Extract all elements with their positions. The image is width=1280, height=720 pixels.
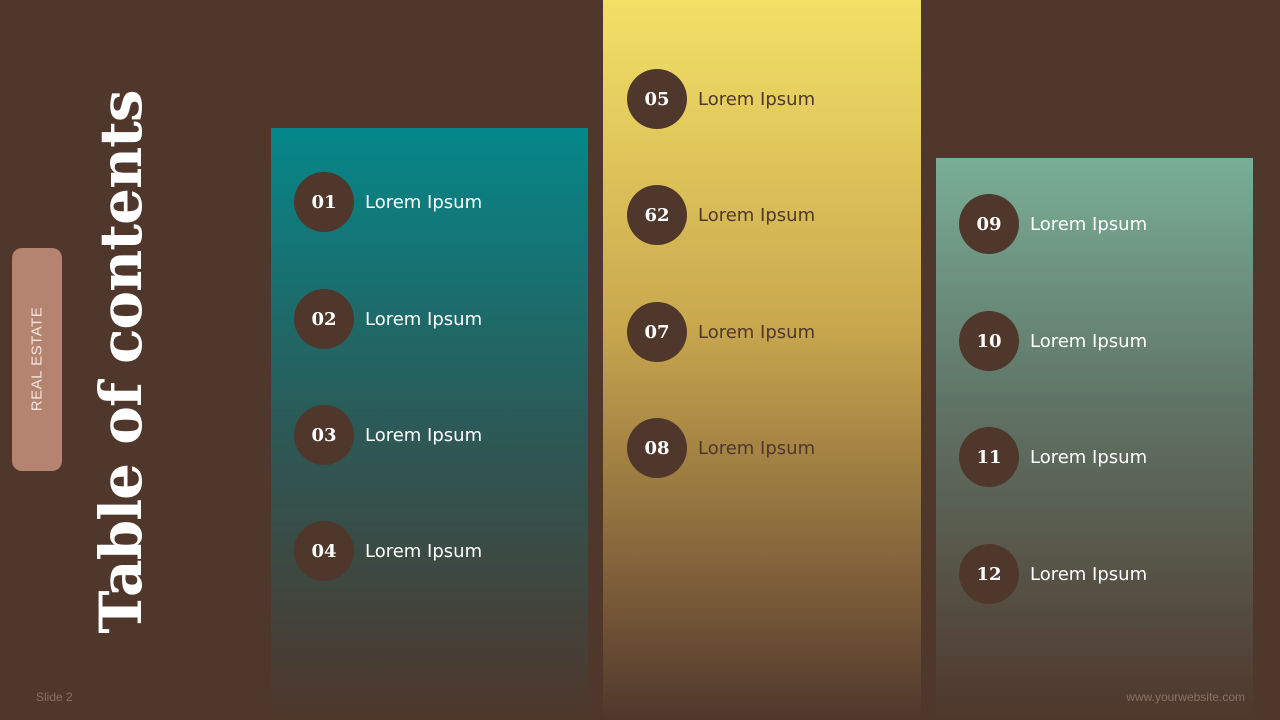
toc-item[interactable]: 07 Lorem Ipsum (627, 302, 815, 362)
website-link[interactable]: www.yourwebsite.com (1126, 690, 1245, 704)
item-label: Lorem Ipsum (365, 424, 483, 446)
item-label: Lorem Ipsum (1030, 213, 1148, 235)
toc-item[interactable]: 08 Lorem Ipsum (627, 418, 815, 478)
column-2: 05 Lorem Ipsum 62 Lorem Ipsum 07 Lorem I… (603, 0, 921, 720)
item-label: Lorem Ipsum (1030, 446, 1148, 468)
toc-item[interactable]: 02 Lorem Ipsum (294, 289, 482, 349)
item-number-badge: 02 (294, 289, 354, 349)
page-title: Table of contents (87, 90, 155, 634)
item-number-badge: 11 (959, 427, 1019, 487)
slide: REAL ESTATE Table of contents 01 Lorem I… (0, 0, 1280, 720)
tag-label: REAL ESTATE (28, 306, 46, 412)
column-1: 01 Lorem Ipsum 02 Lorem Ipsum 03 Lorem I… (271, 128, 588, 720)
item-number-badge: 10 (959, 311, 1019, 371)
item-label: Lorem Ipsum (698, 88, 816, 110)
item-number-badge: 08 (627, 418, 687, 478)
item-number-badge: 04 (294, 521, 354, 581)
toc-item[interactable]: 62 Lorem Ipsum (627, 185, 815, 245)
item-label: Lorem Ipsum (365, 308, 483, 330)
item-number-badge: 07 (627, 302, 687, 362)
item-label: Lorem Ipsum (698, 321, 816, 343)
toc-item[interactable]: 11 Lorem Ipsum (959, 427, 1147, 487)
item-label: Lorem Ipsum (1030, 330, 1148, 352)
item-label: Lorem Ipsum (365, 191, 483, 213)
item-number-badge: 62 (627, 185, 687, 245)
toc-item[interactable]: 12 Lorem Ipsum (959, 544, 1147, 604)
toc-item[interactable]: 09 Lorem Ipsum (959, 194, 1147, 254)
item-label: Lorem Ipsum (365, 540, 483, 562)
item-label: Lorem Ipsum (698, 204, 816, 226)
item-label: Lorem Ipsum (698, 437, 816, 459)
item-number-badge: 03 (294, 405, 354, 465)
column-3: 09 Lorem Ipsum 10 Lorem Ipsum 11 Lorem I… (936, 158, 1253, 720)
item-number-badge: 09 (959, 194, 1019, 254)
item-number-badge: 01 (294, 172, 354, 232)
toc-item[interactable]: 05 Lorem Ipsum (627, 69, 815, 129)
toc-item[interactable]: 03 Lorem Ipsum (294, 405, 482, 465)
toc-item[interactable]: 04 Lorem Ipsum (294, 521, 482, 581)
slide-number: Slide 2 (36, 690, 73, 704)
item-label: Lorem Ipsum (1030, 563, 1148, 585)
toc-item[interactable]: 01 Lorem Ipsum (294, 172, 482, 232)
toc-item[interactable]: 10 Lorem Ipsum (959, 311, 1147, 371)
item-number-badge: 05 (627, 69, 687, 129)
item-number-badge: 12 (959, 544, 1019, 604)
